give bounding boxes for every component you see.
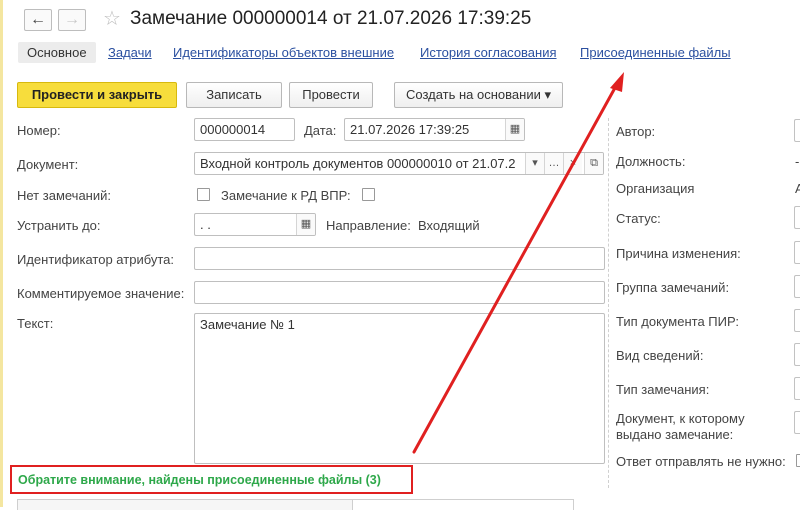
attached-files-notice[interactable]: Обратите внимание, найдены присоединенны… <box>10 465 413 494</box>
attached-files-notice-text: Обратите внимание, найдены присоединенны… <box>18 473 381 487</box>
highlight-arrow <box>412 72 624 454</box>
bottom-tab-strip-second[interactable] <box>352 499 574 510</box>
bottom-tab-strip[interactable] <box>17 499 354 510</box>
